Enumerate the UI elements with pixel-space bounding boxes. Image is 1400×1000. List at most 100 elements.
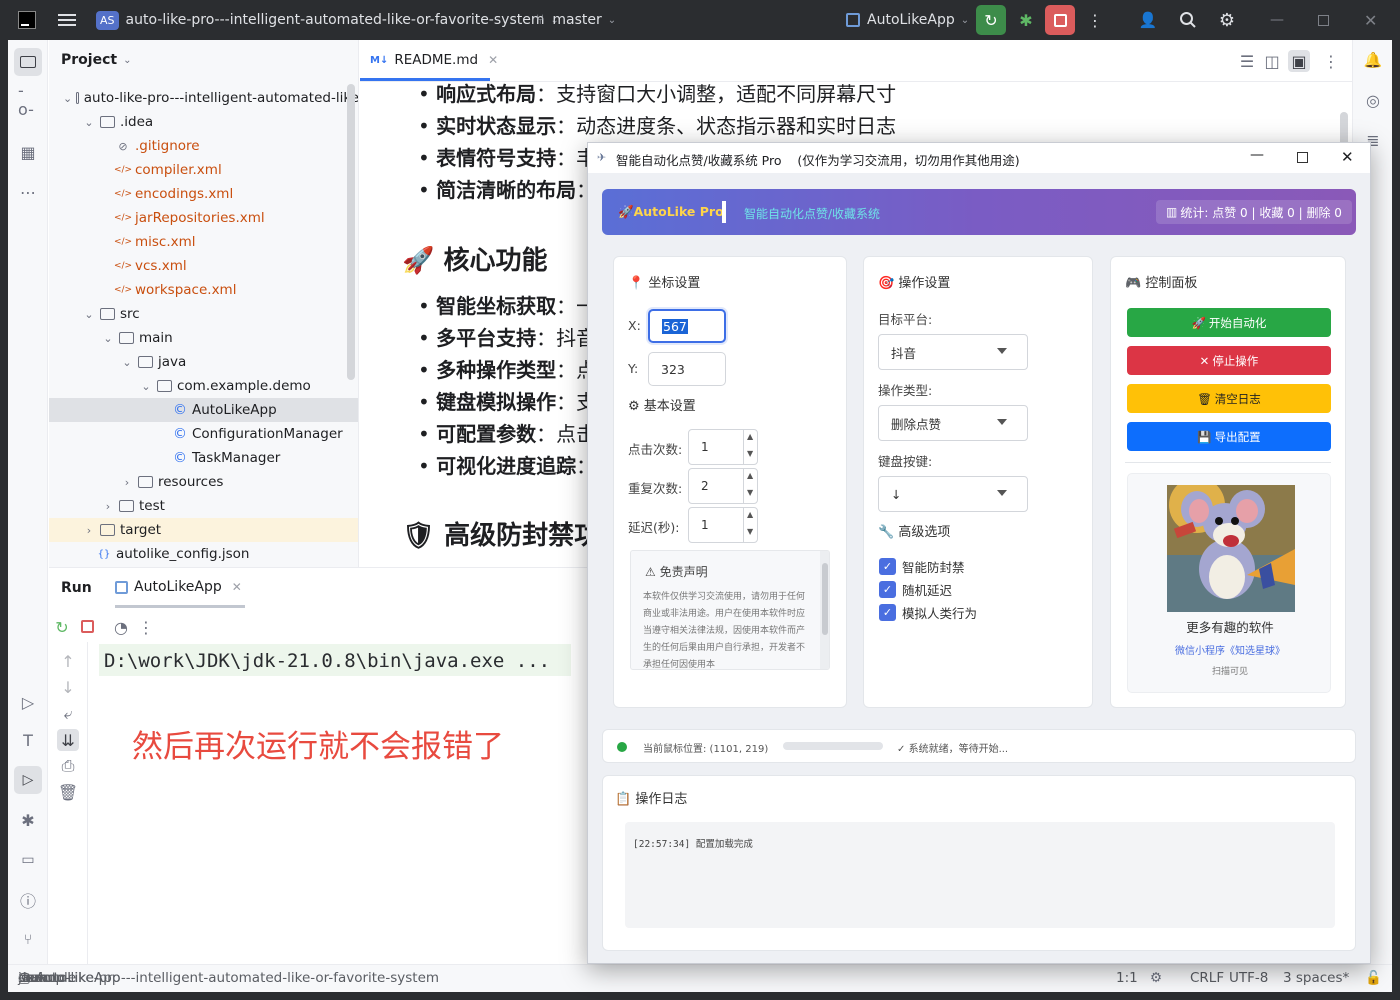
cursor-position[interactable]: 1:1 bbox=[1116, 970, 1138, 986]
tree-item[interactable]: ⌄ java bbox=[49, 350, 358, 374]
minimize-button[interactable]: — bbox=[1270, 0, 1284, 40]
add-user-button[interactable]: 👤 bbox=[1133, 5, 1163, 35]
commit-tool-button[interactable]: -o- bbox=[18, 81, 38, 119]
soft-wrap-button[interactable]: ⤶ bbox=[59, 704, 77, 723]
option-human-sim-checkbox[interactable]: ✓ 模拟人类行为 bbox=[879, 603, 977, 622]
scroll-up-button[interactable]: ↑ bbox=[59, 652, 77, 671]
repeat-spinner[interactable]: 2 ▲ ▼ bbox=[688, 468, 758, 504]
app-close-button[interactable]: ✕ bbox=[1341, 148, 1354, 166]
services-tool-button[interactable]: ▷ bbox=[18, 692, 38, 712]
clear-console-button[interactable]: 🗑 bbox=[58, 783, 78, 802]
option-random-delay-checkbox[interactable]: ✓ 随机延迟 bbox=[879, 580, 952, 599]
app-maximize-button[interactable] bbox=[1297, 152, 1308, 163]
rerun-button[interactable]: ↻ bbox=[976, 5, 1006, 35]
tree-item[interactable]: </> misc.xml bbox=[49, 230, 358, 254]
operation-type-select[interactable]: 删除点赞 bbox=[878, 405, 1028, 441]
tree-item[interactable]: </> encodings.xml bbox=[49, 182, 358, 206]
spin-down-icon[interactable]: ▼ bbox=[747, 527, 753, 536]
search-button[interactable] bbox=[1173, 5, 1203, 35]
spin-up-icon[interactable]: ▲ bbox=[747, 432, 753, 441]
tree-item[interactable]: ⌄ .idea bbox=[49, 110, 358, 134]
chevron-right-icon[interactable]: › bbox=[120, 476, 134, 489]
stop-operation-button[interactable]: ✕ 停止操作 bbox=[1127, 346, 1331, 375]
settings-button[interactable]: ⚙ bbox=[1212, 5, 1242, 35]
chevron-down-icon[interactable]: ⌄ bbox=[101, 332, 115, 345]
export-config-button[interactable]: 💾 导出配置 bbox=[1127, 422, 1331, 451]
terminal-tool-button[interactable]: ▭ bbox=[18, 850, 38, 870]
y-input[interactable]: 323 bbox=[648, 352, 726, 386]
profiler-button[interactable]: ◔ bbox=[111, 618, 131, 637]
vcs-status-icon[interactable]: ⚙ bbox=[1150, 970, 1162, 986]
main-menu-icon[interactable] bbox=[58, 0, 76, 40]
structure-tool-button[interactable]: ▦ bbox=[18, 142, 38, 162]
keyboard-key-select[interactable]: ↓ bbox=[878, 476, 1028, 512]
chevron-down-icon[interactable]: ⌄ bbox=[63, 92, 72, 105]
platform-select[interactable]: 抖音 bbox=[878, 334, 1028, 370]
rerun-button[interactable]: ↻ bbox=[53, 618, 71, 637]
scroll-to-end-button[interactable]: ⇊ bbox=[57, 729, 79, 751]
project-selector[interactable]: AS auto-like-pro---intelligent-automated… bbox=[96, 0, 559, 40]
tree-item[interactable]: </> workspace.xml bbox=[49, 278, 358, 302]
tree-scrollbar[interactable] bbox=[347, 84, 355, 380]
run-config-selector[interactable]: AutoLikeApp ⌄ bbox=[846, 0, 969, 40]
spin-down-icon[interactable]: ▼ bbox=[747, 449, 753, 458]
clicks-spinner[interactable]: 1 ▲ ▼ bbox=[688, 429, 758, 465]
spin-up-icon[interactable]: ▲ bbox=[747, 510, 753, 519]
tree-item[interactable]: › resources bbox=[49, 470, 358, 494]
breadcrumb-item[interactable]: © AutoLikeApp bbox=[18, 970, 120, 986]
file-encoding[interactable]: UTF-8 bbox=[1229, 970, 1268, 986]
chevron-down-icon[interactable]: ⌄ bbox=[82, 308, 96, 321]
run-tool-button[interactable]: ▷ bbox=[14, 766, 42, 794]
tree-item[interactable]: </> compiler.xml bbox=[49, 158, 358, 182]
tree-item[interactable]: </> jarRepositories.xml bbox=[49, 206, 358, 230]
x-input[interactable]: 567 bbox=[648, 309, 726, 343]
tree-item-selected[interactable]: © AutoLikeApp bbox=[49, 398, 358, 422]
tree-item[interactable]: © TaskManager bbox=[49, 446, 358, 470]
run-tab-autolikeapp[interactable]: AutoLikeApp ✕ bbox=[115, 579, 242, 595]
tree-item[interactable]: › target bbox=[49, 518, 358, 542]
indent-setting[interactable]: 3 spaces* bbox=[1283, 970, 1349, 986]
tree-item[interactable]: ⌄ auto-like-pro---intelligent-automated-l… bbox=[49, 86, 358, 110]
notifications-button[interactable]: 🔔 bbox=[1363, 50, 1383, 70]
run-more-button[interactable]: ⋮ bbox=[138, 618, 154, 637]
debug-button[interactable]: ✱ bbox=[1011, 5, 1041, 35]
scroll-down-button[interactable]: ↓ bbox=[59, 678, 77, 697]
promo-link[interactable]: 微信小程序《知选星球》 bbox=[1128, 642, 1332, 657]
debug-tool-button[interactable]: ✱ bbox=[18, 810, 38, 830]
tree-item[interactable]: ⌄ src bbox=[49, 302, 358, 326]
readonly-toggle-icon[interactable]: 🔓 bbox=[1365, 970, 1382, 986]
close-window-button[interactable]: ✕ bbox=[1364, 0, 1377, 40]
chevron-right-icon[interactable]: › bbox=[82, 524, 96, 537]
git-tool-button[interactable]: ⑂ bbox=[18, 930, 38, 950]
build-tool-button[interactable]: T bbox=[18, 730, 38, 750]
tree-item[interactable]: ⌄ com.example.demo bbox=[49, 374, 358, 398]
more-actions-button[interactable]: ⋮ bbox=[1080, 5, 1110, 35]
disclaimer-scrollbar[interactable] bbox=[822, 563, 828, 635]
more-tools-button[interactable]: ⋯ bbox=[18, 182, 38, 202]
print-button[interactable]: ⎙ bbox=[59, 756, 77, 775]
stop-button[interactable] bbox=[1045, 5, 1075, 35]
tree-item[interactable]: ⊘ .gitignore bbox=[49, 134, 358, 158]
problems-tool-button[interactable]: ⓘ bbox=[18, 890, 38, 911]
project-panel-header[interactable]: Project ⌄ bbox=[61, 52, 131, 68]
project-tool-button[interactable] bbox=[14, 48, 42, 76]
start-automation-button[interactable]: 🚀 开始自动化 bbox=[1127, 308, 1331, 337]
close-tab-icon[interactable]: ✕ bbox=[232, 580, 242, 594]
line-separator[interactable]: CRLF bbox=[1190, 970, 1224, 986]
spin-down-icon[interactable]: ▼ bbox=[747, 488, 753, 497]
app-minimize-button[interactable]: — bbox=[1250, 147, 1264, 163]
ai-assistant-button[interactable]: ◎ bbox=[1363, 90, 1383, 110]
chevron-down-icon[interactable]: ⌄ bbox=[139, 380, 153, 393]
chevron-right-icon[interactable]: › bbox=[101, 500, 115, 513]
clear-log-button[interactable]: 🗑 清空日志 bbox=[1127, 384, 1331, 413]
tree-item[interactable]: {} autolike_config.json bbox=[49, 542, 358, 566]
option-anti-ban-checkbox[interactable]: ✓ 智能防封禁 bbox=[879, 557, 965, 576]
stop-run-button[interactable] bbox=[81, 620, 94, 633]
chevron-down-icon[interactable]: ⌄ bbox=[120, 356, 134, 369]
branch-selector[interactable]: ⑂ master ⌄ bbox=[536, 0, 616, 40]
tree-item[interactable]: © ConfigurationManager bbox=[49, 422, 358, 446]
tree-item[interactable]: › test bbox=[49, 494, 358, 518]
maximize-button[interactable] bbox=[1318, 0, 1329, 40]
chevron-down-icon[interactable]: ⌄ bbox=[82, 116, 96, 129]
spin-up-icon[interactable]: ▲ bbox=[747, 471, 753, 480]
